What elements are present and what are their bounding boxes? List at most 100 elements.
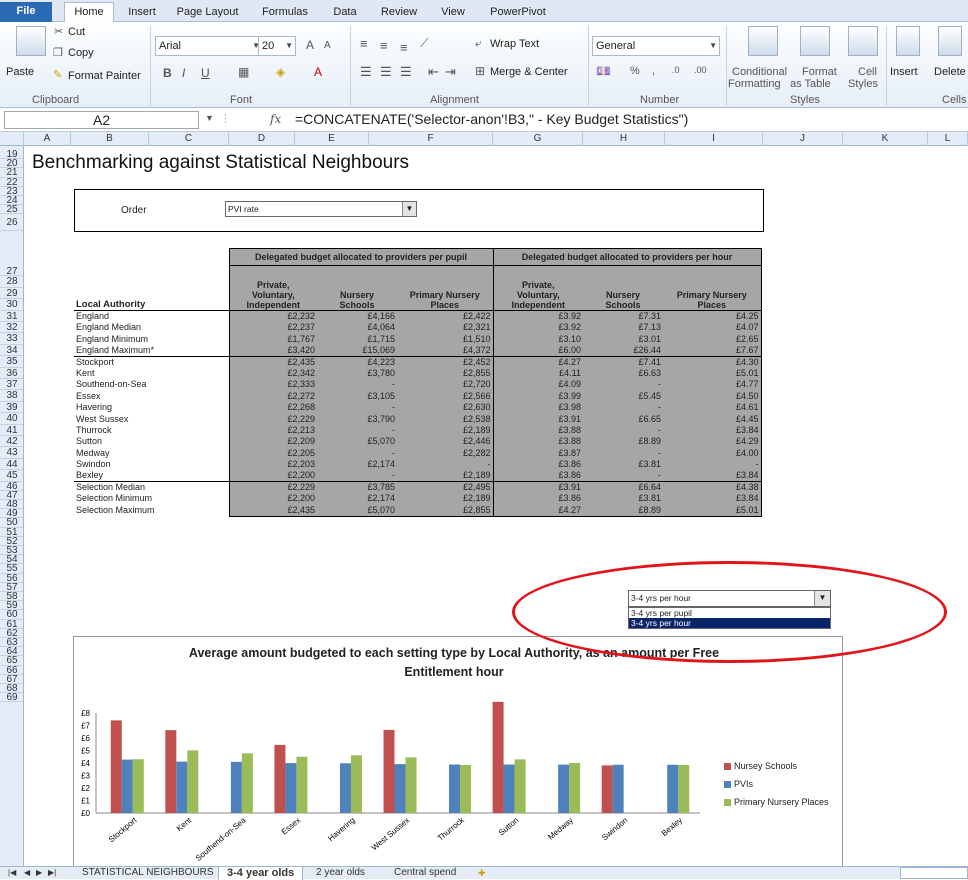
bar-pvis[interactable]	[667, 764, 679, 813]
cut-button[interactable]: Cut	[68, 26, 85, 38]
cell-styles-icon[interactable]	[848, 26, 878, 56]
bar-pvis[interactable]	[394, 764, 406, 813]
delete-cells-icon[interactable]	[938, 26, 962, 56]
align-center-icon[interactable]: ☰	[380, 64, 392, 80]
bar-pvis[interactable]	[503, 764, 515, 814]
row-header[interactable]: 27	[0, 231, 23, 277]
bar-nursey-schools[interactable]	[492, 701, 504, 813]
column-header[interactable]: B	[71, 132, 149, 146]
sheet-tab-3-4-year-olds[interactable]: 3-4 year olds	[218, 867, 304, 880]
bar-primary-nursery-places[interactable]	[514, 759, 526, 813]
paste-button[interactable]: Paste	[6, 66, 34, 78]
borders-icon[interactable]: ▦	[238, 65, 249, 79]
bar-primary-nursery-places[interactable]	[460, 765, 472, 813]
row-header[interactable]: 26	[0, 214, 23, 232]
conditional-formatting-button[interactable]: Conditional	[732, 66, 787, 78]
decrease-indent-icon[interactable]: ⇤	[428, 64, 439, 80]
sheet-nav-last-icon[interactable]: ▶|	[48, 867, 56, 880]
row-header[interactable]: 39	[0, 402, 23, 414]
column-header[interactable]: E	[295, 132, 369, 146]
increase-decimal-icon[interactable]: .0	[672, 65, 680, 75]
tab-view[interactable]: View	[433, 3, 473, 22]
column-header[interactable]: I	[665, 132, 763, 146]
decrease-decimal-icon[interactable]: .00	[694, 65, 707, 75]
comma-icon[interactable]: ,	[652, 65, 655, 77]
row-header[interactable]: 31	[0, 311, 23, 322]
row-header[interactable]: 45	[0, 470, 23, 482]
row-header[interactable]: 38	[0, 390, 23, 402]
grow-font-icon[interactable]: A	[306, 38, 314, 52]
bar-primary-nursery-places[interactable]	[241, 753, 253, 813]
delete-cells-button[interactable]: Delete	[934, 66, 966, 78]
sheet-nav-first-icon[interactable]: |◀	[8, 867, 16, 880]
row-header[interactable]: 42	[0, 436, 23, 448]
chevron-down-icon[interactable]: ▼	[402, 202, 416, 216]
row-header[interactable]: 34	[0, 345, 23, 357]
row-header[interactable]: 33	[0, 333, 23, 345]
column-header[interactable]: G	[493, 132, 583, 146]
bar-primary-nursery-places[interactable]	[132, 759, 144, 813]
align-bottom-icon[interactable]: ≡	[400, 40, 408, 55]
tab-home[interactable]: Home	[64, 2, 114, 23]
fill-color-icon[interactable]: ◈	[276, 65, 285, 79]
format-painter-button[interactable]: Format Painter	[68, 70, 141, 82]
formula-input[interactable]: =CONCATENATE('Selector-anon'!B3," - Key …	[295, 111, 688, 127]
bar-pvis[interactable]	[176, 761, 188, 813]
bar-pvis[interactable]	[612, 764, 624, 813]
sheet-tab-2-year-olds[interactable]: 2 year olds	[310, 867, 371, 880]
align-middle-icon[interactable]: ≡	[380, 38, 388, 53]
bar-primary-nursery-places[interactable]	[405, 757, 417, 813]
tab-formulas[interactable]: Formulas	[255, 3, 315, 22]
shrink-font-icon[interactable]: A	[324, 40, 331, 51]
bar-pvis[interactable]	[449, 764, 461, 814]
row-header[interactable]: 29	[0, 288, 23, 300]
font-name-select[interactable]: Arial ▼	[155, 36, 263, 56]
format-as-table-button[interactable]: Format	[802, 66, 837, 78]
order-select[interactable]: PVI rate ▼	[225, 201, 417, 217]
row-header[interactable]: 36	[0, 368, 23, 379]
increase-indent-icon[interactable]: ⇥	[445, 64, 456, 80]
tab-file[interactable]: File	[0, 2, 52, 22]
function-icon[interactable]: fx	[270, 112, 281, 126]
copy-button[interactable]: Copy	[68, 47, 94, 59]
merge-center-button[interactable]: Merge & Center	[490, 66, 568, 78]
column-header[interactable]: A	[24, 132, 71, 146]
column-header[interactable]: F	[369, 132, 493, 146]
underline-icon[interactable]: U	[201, 66, 210, 80]
paste-icon[interactable]	[16, 26, 46, 56]
column-header[interactable]: C	[149, 132, 229, 146]
orientation-icon[interactable]: ⟋	[420, 36, 428, 51]
bar-nursey-schools[interactable]	[110, 720, 122, 813]
column-header[interactable]: J	[763, 132, 843, 146]
row-header[interactable]: 69	[0, 693, 23, 703]
row-header[interactable]: 35	[0, 356, 23, 368]
sheet-nav-next-icon[interactable]: ▶	[36, 867, 42, 880]
sheet-tab-central-spend[interactable]: Central spend	[388, 867, 462, 880]
name-box[interactable]: A2	[4, 111, 199, 129]
bar-primary-nursery-places[interactable]	[350, 755, 362, 813]
row-header[interactable]: 25	[0, 205, 23, 215]
bar-pvis[interactable]	[121, 759, 133, 813]
tab-data[interactable]: Data	[325, 3, 365, 22]
italic-icon[interactable]: I	[182, 66, 185, 80]
bar-chart[interactable]: Average amount budgeted to each setting …	[73, 636, 843, 868]
bar-primary-nursery-places[interactable]	[187, 750, 199, 813]
bar-primary-nursery-places[interactable]	[296, 756, 308, 813]
bar-pvis[interactable]	[339, 763, 351, 813]
percent-icon[interactable]: %	[630, 65, 640, 77]
sheet-nav-prev-icon[interactable]: ◀	[24, 867, 30, 880]
row-header[interactable]: 37	[0, 379, 23, 391]
new-sheet-icon[interactable]: ✚	[478, 867, 486, 880]
row-header[interactable]: 30	[0, 299, 23, 311]
tab-powerpivot[interactable]: PowerPivot	[483, 3, 553, 22]
row-header[interactable]: 32	[0, 322, 23, 334]
align-top-icon[interactable]: ≡	[360, 36, 368, 51]
row-header[interactable]: 41	[0, 425, 23, 436]
horizontal-scrollbar[interactable]	[900, 867, 968, 879]
row-header[interactable]: 43	[0, 447, 23, 459]
bar-pvis[interactable]	[285, 763, 297, 813]
conditional-formatting-icon[interactable]	[748, 26, 778, 56]
bar-nursey-schools[interactable]	[165, 730, 177, 813]
tab-page-layout[interactable]: Page Layout	[170, 3, 245, 22]
align-right-icon[interactable]: ☰	[400, 64, 412, 80]
